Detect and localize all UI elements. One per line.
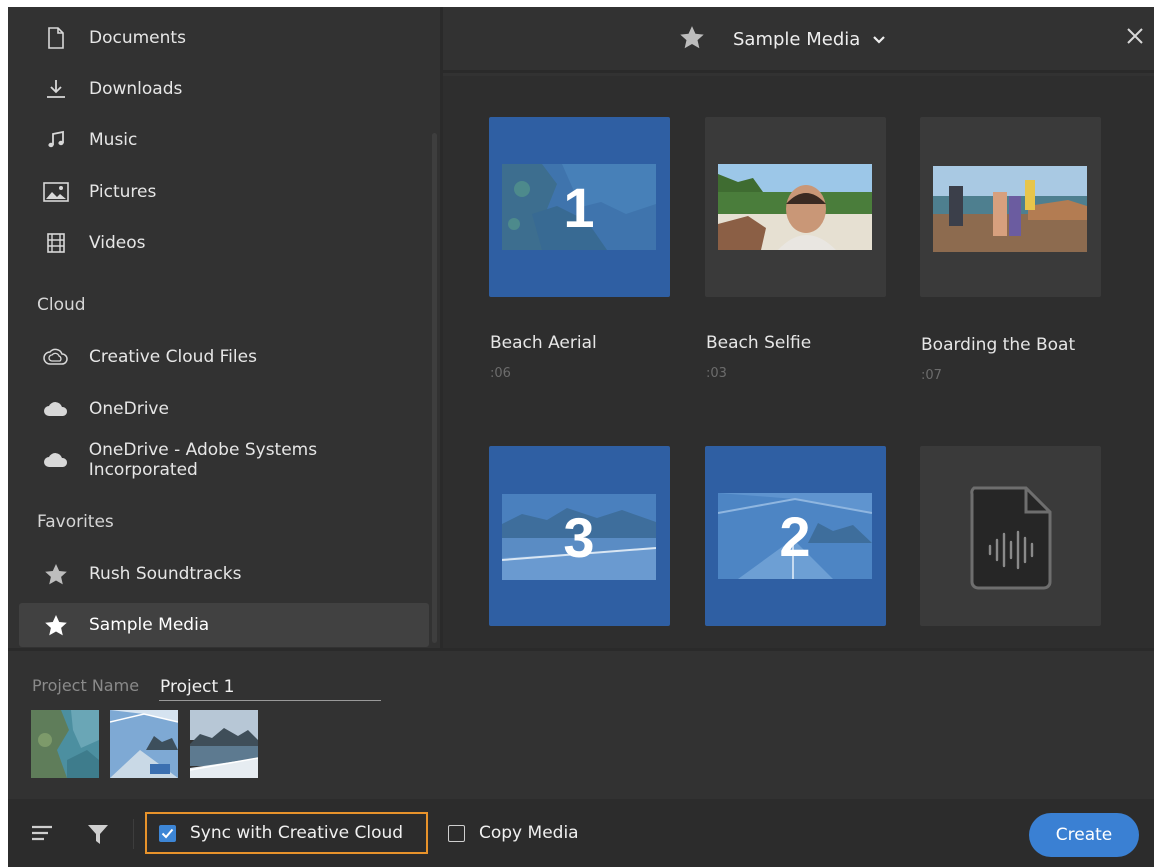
sidebar-item-label: Creative Cloud Files: [89, 347, 257, 367]
location-sidebar: Documents Downloads Music Pictures Video: [8, 7, 440, 648]
location-dropdown[interactable]: Sample Media: [679, 25, 886, 54]
sidebar-item-videos[interactable]: Videos: [19, 221, 429, 265]
media-thumbnail: 2: [718, 493, 872, 579]
sidebar-item-music[interactable]: Music: [19, 118, 429, 162]
media-tile-beach-selfie[interactable]: [705, 117, 886, 297]
sidebar-scrollbar[interactable]: [432, 133, 437, 643]
selected-media-thumb[interactable]: [31, 710, 99, 778]
media-duration: :03: [706, 366, 727, 381]
sidebar-item-label: OneDrive - Adobe Systems Incorporated: [88, 440, 318, 480]
sidebar-item-label: Documents: [89, 28, 186, 48]
media-tile-boat-view[interactable]: 3: [489, 446, 670, 626]
music-icon: [41, 128, 71, 152]
sidebar-item-label: Videos: [89, 233, 146, 253]
media-duration: :06: [490, 366, 511, 381]
star-icon: [41, 562, 71, 586]
favorites-heading: Favorites: [37, 512, 114, 532]
media-thumbnail: 1: [502, 164, 656, 250]
sidebar-item-label: Music: [89, 130, 138, 150]
download-icon: [41, 77, 71, 101]
sidebar-item-label: Sample Media: [89, 615, 210, 635]
cloud-icon: [41, 448, 71, 472]
sync-label: Sync with Creative Cloud: [190, 823, 404, 843]
project-name-input[interactable]: [159, 673, 381, 701]
sidebar-item-documents[interactable]: Documents: [19, 16, 429, 60]
film-icon: [41, 231, 71, 255]
copy-media-label: Copy Media: [479, 823, 579, 843]
audio-file-icon: [968, 486, 1054, 594]
creative-cloud-icon: [41, 345, 71, 369]
media-title: Beach Selfie: [706, 333, 812, 353]
star-icon: [41, 613, 71, 637]
sync-creative-cloud-option[interactable]: Sync with Creative Cloud: [145, 812, 428, 854]
media-title: Boarding the Boat: [921, 335, 1076, 355]
media-thumbnail: 3: [502, 494, 656, 580]
create-button[interactable]: Create: [1029, 813, 1139, 857]
sort-icon[interactable]: [32, 825, 52, 845]
media-grid: 1 Beach Aerial :06 Beach Selfie :03 Boar…: [443, 76, 1154, 648]
sidebar-item-onedrive-adobe[interactable]: OneDrive - Adobe Systems Incorporated: [19, 438, 429, 482]
copy-media-checkbox[interactable]: [448, 824, 465, 842]
sidebar-item-rush-soundtracks[interactable]: Rush Soundtracks: [19, 552, 429, 596]
new-project-dialog: Documents Downloads Music Pictures Video: [8, 7, 1154, 867]
sidebar-item-label: Downloads: [89, 79, 183, 99]
media-tile-audio[interactable]: [920, 446, 1101, 626]
media-header: Sample Media: [443, 7, 1154, 73]
sidebar-item-label: OneDrive: [89, 399, 169, 419]
picture-icon: [41, 180, 71, 204]
selected-media-thumb[interactable]: [110, 710, 178, 778]
media-thumbnail: [933, 166, 1087, 252]
filter-icon[interactable]: [87, 823, 109, 849]
media-tile-boarding-the-boat[interactable]: [920, 117, 1101, 297]
selected-media-thumb[interactable]: [190, 710, 258, 778]
sidebar-item-label: Pictures: [89, 182, 157, 202]
sidebar-item-sample-media[interactable]: Sample Media: [19, 603, 429, 647]
project-name-label: Project Name: [32, 676, 140, 695]
sidebar-item-label: Rush Soundtracks: [89, 564, 242, 584]
selection-order: 1: [563, 175, 595, 239]
cloud-icon: [41, 397, 71, 421]
footer-separator: [133, 819, 134, 849]
media-tile-beach-aerial[interactable]: 1: [489, 117, 670, 297]
sidebar-item-onedrive[interactable]: OneDrive: [19, 387, 429, 431]
project-area: Project Name: [8, 648, 1154, 799]
chevron-down-icon: [872, 29, 886, 50]
sidebar-item-downloads[interactable]: Downloads: [19, 67, 429, 111]
dialog-footer: Sync with Creative Cloud Copy Media Crea…: [8, 799, 1154, 867]
star-icon: [679, 25, 705, 54]
sidebar-item-creative-cloud-files[interactable]: Creative Cloud Files: [19, 335, 429, 379]
media-thumbnail: [718, 164, 872, 250]
close-icon[interactable]: [1126, 27, 1144, 49]
copy-media-option[interactable]: Copy Media: [448, 812, 579, 854]
media-tile-boat-deck[interactable]: 2: [705, 446, 886, 626]
sidebar-item-pictures[interactable]: Pictures: [19, 170, 429, 214]
document-icon: [41, 26, 71, 50]
location-title: Sample Media: [733, 29, 861, 50]
media-title: Beach Aerial: [490, 333, 597, 353]
media-duration: :07: [921, 368, 942, 383]
cloud-heading: Cloud: [37, 295, 86, 315]
sync-checkbox[interactable]: [159, 824, 176, 842]
selection-order: 3: [563, 505, 595, 569]
selection-order: 2: [779, 504, 811, 568]
